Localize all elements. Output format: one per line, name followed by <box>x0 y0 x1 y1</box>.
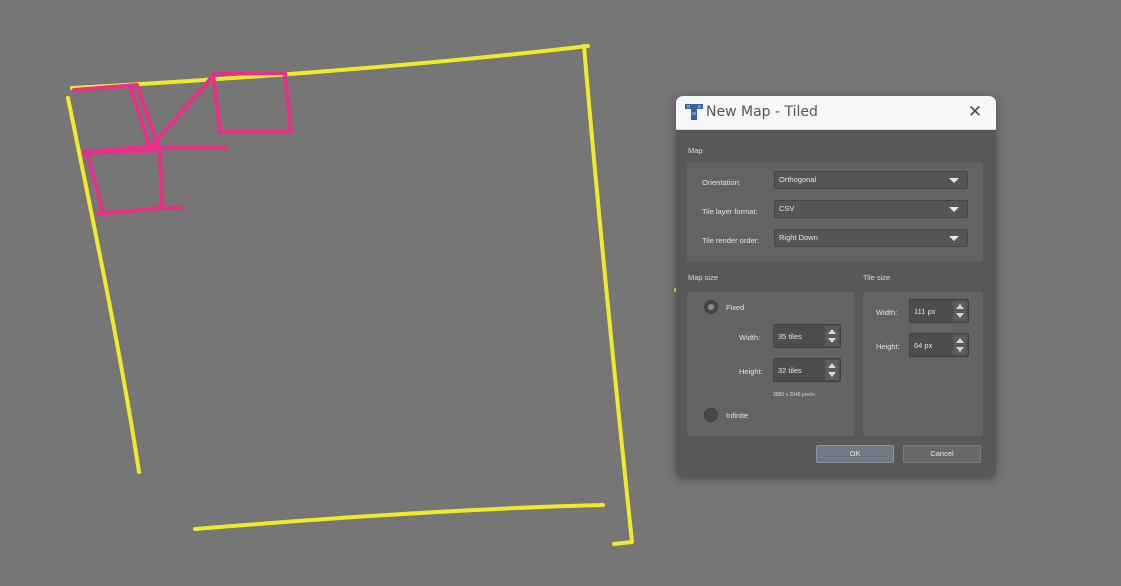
spin-down-icon[interactable] <box>955 312 965 321</box>
tile-layer-format-label: Tile layer format: <box>702 207 758 216</box>
dialog-titlebar[interactable]: New Map - Tiled ✕ <box>676 96 996 130</box>
pink-tile-1 <box>72 83 160 154</box>
infinite-label: Infinite <box>726 411 749 420</box>
map-height-value: 32 tiles <box>778 366 802 375</box>
tiled-t-icon <box>685 104 703 120</box>
yellow-stroke-right <box>582 44 634 546</box>
radio-selected-dot <box>708 304 714 310</box>
spin-down-icon[interactable] <box>827 337 837 346</box>
new-map-dialog: New Map - Tiled ✕ Map Orientation: Ortho… <box>676 96 996 477</box>
tile-width-value: 111 px <box>914 307 936 316</box>
ok-button[interactable]: OK <box>816 445 894 463</box>
tile-layer-format-value: CSV <box>779 204 795 213</box>
spin-down-icon[interactable] <box>827 371 837 380</box>
chevron-down-icon <box>949 178 959 183</box>
tile-height-label: Height: <box>876 342 900 351</box>
yellow-stroke-bottom <box>193 503 605 531</box>
tile-height-value: 64 px <box>914 341 933 350</box>
cancel-button[interactable]: Cancel <box>903 445 981 463</box>
orientation-label: Orientation: <box>702 178 741 187</box>
map-width-label: Width: <box>739 333 761 342</box>
map-height-label: Height: <box>739 367 763 376</box>
pixel-size-readout: 3885 x 2048 pixels <box>773 392 815 398</box>
map-height-spinbox[interactable]: 32 tiles <box>773 358 841 382</box>
tile-height-spinbox[interactable]: 64 px <box>909 333 969 357</box>
tile-layer-format-select[interactable]: CSV <box>774 200 968 218</box>
map-width-spinbox[interactable]: 35 tiles <box>773 324 841 348</box>
spin-down-icon[interactable] <box>955 346 965 355</box>
yellow-stroke-top <box>70 44 590 90</box>
tile-render-order-value: Right Down <box>779 233 818 242</box>
tile-width-label: Width: <box>876 308 898 317</box>
spin-buttons <box>953 335 967 355</box>
tile-render-order-select[interactable]: Right Down <box>774 229 968 247</box>
spin-up-icon[interactable] <box>955 336 965 345</box>
dialog-title: New Map - Tiled <box>706 104 818 120</box>
map-size-label: Map size <box>688 273 719 282</box>
tile-render-order-label: Tile render order: <box>702 236 760 245</box>
pink-tile-2-edge <box>148 74 215 150</box>
infinite-radio[interactable] <box>704 408 718 422</box>
orientation-select[interactable]: Orthogonal <box>774 171 968 189</box>
map-width-value: 35 tiles <box>778 332 802 341</box>
orientation-value: Orthogonal <box>779 175 817 184</box>
spin-up-icon[interactable] <box>955 302 965 311</box>
spin-buttons <box>825 360 839 380</box>
chevron-down-icon <box>949 207 959 212</box>
spin-buttons <box>953 301 967 321</box>
spin-up-icon[interactable] <box>827 327 837 336</box>
chevron-down-icon <box>949 236 959 241</box>
tile-size-label: Tile size <box>863 273 891 282</box>
spin-up-icon[interactable] <box>827 361 837 370</box>
tile-width-spinbox[interactable]: 111 px <box>909 299 969 323</box>
fixed-radio[interactable] <box>704 300 718 314</box>
spin-buttons <box>825 326 839 346</box>
fixed-label: Fixed <box>726 303 745 312</box>
pink-tile-2 <box>211 71 293 134</box>
close-icon[interactable]: ✕ <box>962 100 988 124</box>
map-section-label: Map <box>688 146 703 155</box>
